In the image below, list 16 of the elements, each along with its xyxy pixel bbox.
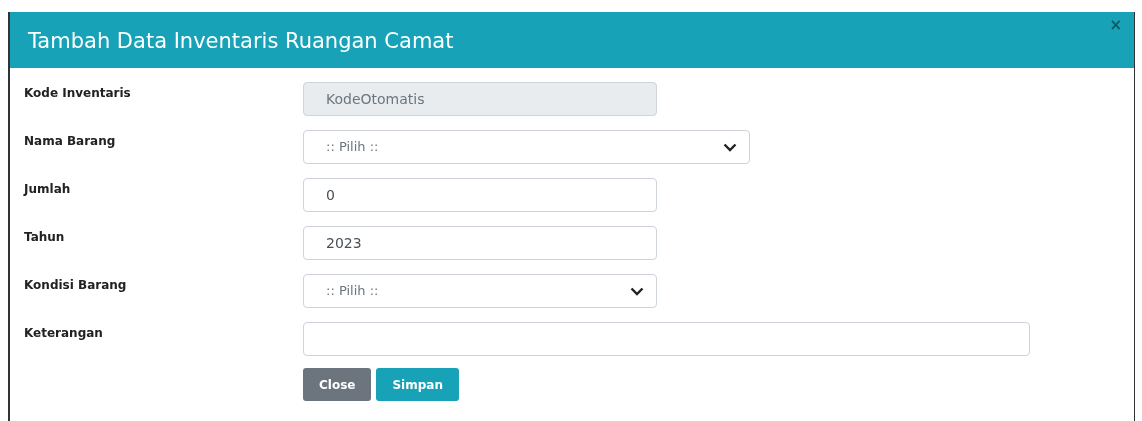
input-field[interactable]	[303, 322, 1030, 356]
field-label: Kondisi Barang	[23, 277, 128, 294]
select-field[interactable]: :: Pilih ::	[303, 274, 657, 308]
dialog-title: Tambah Data Inventaris Ruangan Camat	[28, 28, 454, 55]
field-label: Nama Barang	[23, 133, 117, 150]
chevron-down-icon	[723, 142, 737, 152]
field-label: Kode Inventaris	[23, 85, 132, 102]
field-label: Jumlah	[22, 181, 72, 198]
input-field[interactable]: 0	[303, 178, 657, 212]
field-label: Keterangan	[23, 325, 104, 342]
field-label: Tahun	[23, 229, 66, 246]
save-button[interactable]: Simpan	[376, 368, 459, 401]
input-field[interactable]: 2023	[303, 226, 657, 260]
close-button[interactable]: Close	[303, 368, 372, 401]
chevron-down-icon	[630, 286, 644, 296]
select-field[interactable]: :: Pilih ::	[303, 130, 750, 164]
